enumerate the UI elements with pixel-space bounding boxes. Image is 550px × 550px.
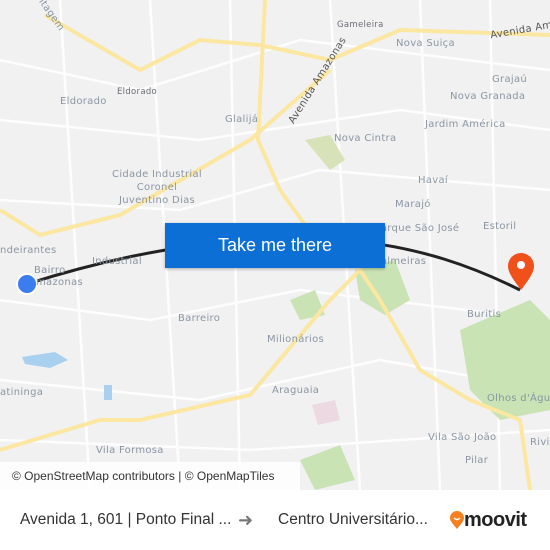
map-label: Coronel	[136, 182, 178, 193]
map-label: Juventino Dias	[118, 195, 196, 206]
map-label: Parque São José	[375, 223, 460, 234]
map-label: Olhos d'Águ	[487, 393, 550, 404]
map-label: Glalijá	[225, 114, 259, 125]
map-label: Vila São João	[428, 432, 497, 443]
map-label-cidade-industrial: Cidade Industrial Coronel Juventino Dias	[107, 168, 207, 207]
map[interactable]: ntagem Gameleira Avenida Am Nova Suiça G…	[0, 0, 550, 490]
moovit-logo[interactable]: moovit	[450, 509, 527, 532]
map-label: Havaí	[418, 175, 448, 186]
map-label: Cidade Industrial	[112, 169, 202, 180]
map-label: atininga	[0, 387, 44, 398]
map-label: Nova Granada	[450, 91, 526, 102]
map-label: Vila Formosa	[96, 445, 164, 456]
map-label: Gameleira	[337, 20, 384, 30]
map-label: Eldorado	[117, 87, 158, 97]
take-me-there-button[interactable]: Take me there	[165, 223, 385, 268]
map-label: Bairro	[34, 265, 66, 276]
origin-marker[interactable]	[16, 273, 38, 295]
arrow-right-icon: ➜	[238, 509, 254, 530]
map-attribution[interactable]: © OpenStreetMap contributors | © OpenMap…	[0, 462, 300, 490]
map-label: Eldorado	[60, 96, 107, 107]
origin-name: Avenida 1, 601 | Ponto Final ...	[20, 511, 232, 528]
map-label: Milionários	[267, 334, 325, 345]
map-label: Araguaia	[272, 385, 320, 396]
map-label: Pilar	[465, 455, 489, 466]
map-label: Industrial	[92, 256, 142, 267]
moovit-pin-icon	[450, 511, 464, 529]
map-label: Barreiro	[178, 313, 221, 324]
map-label: Marajó	[395, 199, 431, 210]
map-label: Estoril	[483, 221, 517, 232]
brand-name: moovit	[464, 508, 527, 531]
map-label: mazonas	[36, 277, 84, 288]
destination-name: Centro Universitário...	[278, 511, 428, 528]
map-label: Nova Cintra	[334, 133, 397, 144]
map-label: Rivi	[530, 437, 550, 448]
map-label: Nova Suiça	[396, 38, 455, 49]
map-label: Grajaú	[492, 74, 528, 85]
map-label: ndeirantes	[0, 245, 57, 256]
footer-bar: Avenida 1, 601 | Ponto Final ... ➜ Centr…	[0, 490, 550, 550]
map-label: Buritis	[467, 309, 502, 320]
map-label: Jardim América	[425, 119, 506, 130]
